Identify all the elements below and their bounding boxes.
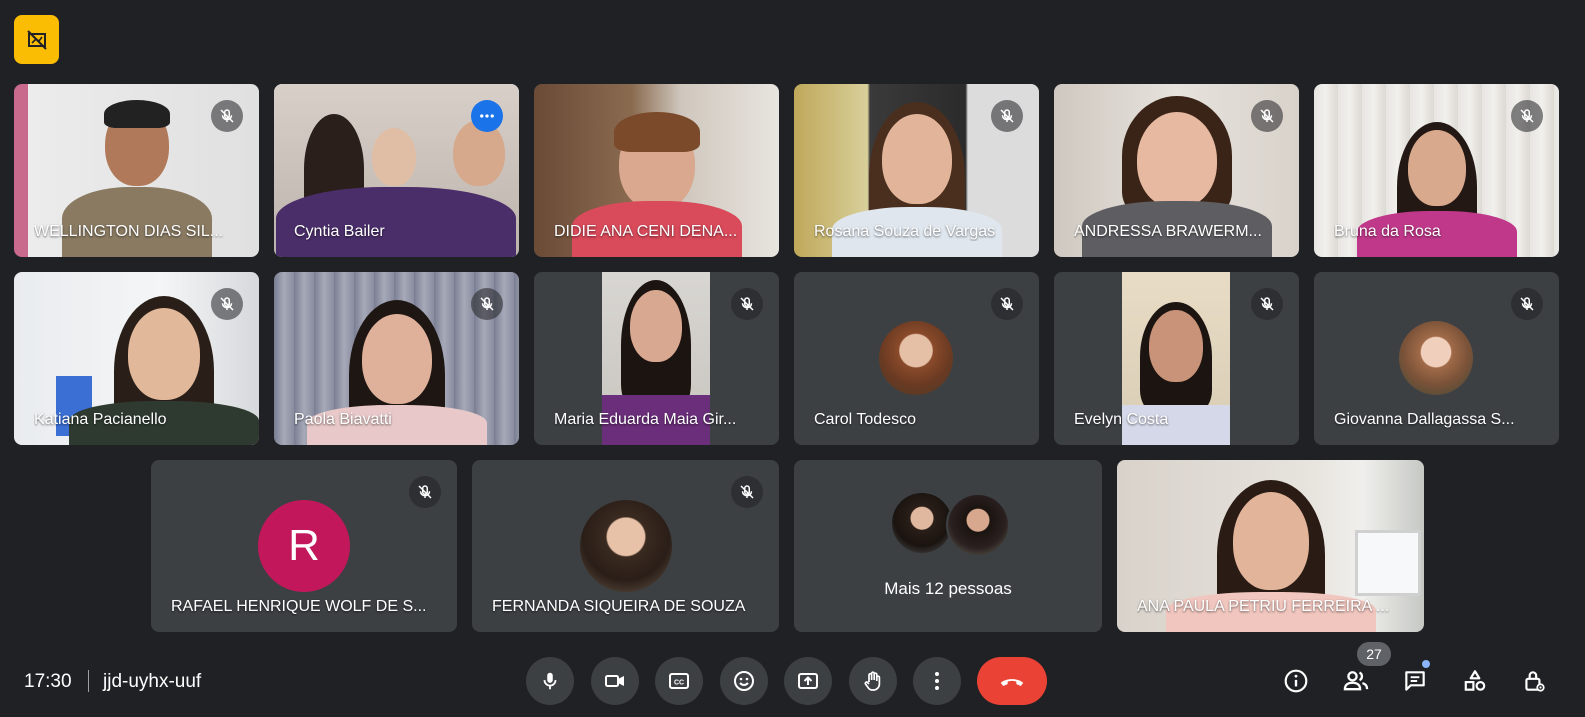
participant-name: WELLINGTON DIAS SIL...: [34, 223, 224, 240]
participant-tile-active[interactable]: Cyntia Bailer: [274, 84, 519, 257]
meeting-time: 17:30: [24, 671, 72, 692]
participant-name: Giovanna Dallagassa S...: [1334, 411, 1515, 428]
participant-name: Bruna da Rosa: [1334, 223, 1441, 240]
participant-avatar: [1399, 321, 1473, 395]
svg-text:CC: CC: [674, 680, 684, 687]
participant-tile[interactable]: Maria Eduarda Maia Gir...: [534, 272, 779, 445]
participant-name: Rosana Souza de Vargas: [814, 223, 996, 240]
participant-name: DIDIE ANA CENI DENA...: [554, 223, 738, 240]
present-button[interactable]: [784, 657, 832, 705]
camera-icon: [605, 675, 624, 687]
participant-tile[interactable]: Paola Biavatti: [274, 272, 519, 445]
muted-mic-icon: [211, 100, 243, 132]
participant-avatar: [879, 321, 953, 395]
muted-mic-icon: [1511, 100, 1543, 132]
info-icon: [1284, 669, 1308, 693]
muted-mic-icon: [731, 288, 763, 320]
muted-mic-icon: [731, 476, 763, 508]
participant-name: Evelyn Costa: [1074, 411, 1169, 428]
chat-icon: [1405, 671, 1425, 691]
microphone-button[interactable]: [526, 657, 574, 705]
muted-mic-icon: [211, 288, 243, 320]
divider: [88, 670, 89, 692]
muted-mic-icon: [471, 288, 503, 320]
participant-name: ANDRESSA BRAWERM...: [1074, 223, 1262, 240]
chat-button[interactable]: [1396, 662, 1434, 700]
presentation-badge[interactable]: [14, 15, 59, 64]
end-call-icon: [1000, 679, 1024, 686]
participant-tile[interactable]: ANDRESSA BRAWERM...: [1054, 84, 1299, 257]
participant-name: RAFAEL HENRIQUE WOLF DE S...: [171, 598, 427, 615]
participant-tile[interactable]: FERNANDA SIQUEIRA DE SOUZA: [472, 460, 779, 632]
participant-name: Paola Biavatti: [294, 411, 392, 428]
captions-icon: CC: [669, 673, 689, 689]
leave-call-button[interactable]: [977, 657, 1047, 705]
host-controls-button[interactable]: [1515, 662, 1553, 700]
participant-tile[interactable]: Katiana Pacianello: [14, 272, 259, 445]
more-options-icon[interactable]: [471, 100, 503, 132]
emoji-icon: [734, 671, 754, 691]
participant-tile[interactable]: Evelyn Costa: [1054, 272, 1299, 445]
meeting-details-button[interactable]: [1277, 662, 1315, 700]
muted-mic-icon: [1251, 100, 1283, 132]
activities-icon: [1464, 670, 1486, 691]
participant-tile[interactable]: ANA PAULA PETRIU FERREIRA ...: [1117, 460, 1424, 632]
participant-avatar: [946, 493, 1010, 557]
raise-hand-button[interactable]: [849, 657, 897, 705]
muted-mic-icon: [409, 476, 441, 508]
muted-mic-icon: [1511, 288, 1543, 320]
people-button[interactable]: [1337, 662, 1375, 700]
activities-button[interactable]: [1456, 662, 1494, 700]
more-options-button[interactable]: [913, 657, 961, 705]
muted-mic-icon: [1251, 288, 1283, 320]
participant-avatar-letter: R: [258, 500, 350, 592]
host-controls-icon: [1525, 671, 1545, 692]
more-options-icon: [935, 672, 939, 690]
participant-name: FERNANDA SIQUEIRA DE SOUZA: [492, 598, 746, 615]
participant-name: Katiana Pacianello: [34, 411, 167, 428]
reactions-button[interactable]: [720, 657, 768, 705]
participant-avatar: [892, 493, 952, 553]
more-people-tile[interactable]: Mais 12 pessoas: [794, 460, 1102, 632]
participant-tile[interactable]: Carol Todesco: [794, 272, 1039, 445]
participant-tile[interactable]: DIDIE ANA CENI DENA...: [534, 84, 779, 257]
people-icon: [1343, 671, 1369, 691]
captions-button[interactable]: CC: [655, 657, 703, 705]
participant-name: Maria Eduarda Maia Gir...: [554, 411, 737, 428]
participant-name: ANA PAULA PETRIU FERREIRA ...: [1137, 598, 1390, 615]
meeting-code: jjd-uyhx-uuf: [103, 671, 202, 692]
no-presentation-icon: [26, 29, 47, 50]
chat-notification-dot: [1422, 660, 1430, 668]
participant-tile[interactable]: R RAFAEL HENRIQUE WOLF DE S...: [151, 460, 457, 632]
participant-name: Carol Todesco: [814, 411, 916, 428]
participant-name: Cyntia Bailer: [294, 223, 385, 240]
mic-icon: [543, 672, 557, 690]
participant-tile[interactable]: Bruna da Rosa: [1314, 84, 1559, 257]
present-icon: [798, 673, 818, 689]
participant-tile[interactable]: Rosana Souza de Vargas: [794, 84, 1039, 257]
participant-tile[interactable]: Giovanna Dallagassa S...: [1314, 272, 1559, 445]
camera-button[interactable]: [591, 657, 639, 705]
muted-mic-icon: [991, 288, 1023, 320]
muted-mic-icon: [991, 100, 1023, 132]
more-people-label: Mais 12 pessoas: [884, 579, 1012, 598]
participant-tile[interactable]: WELLINGTON DIAS SIL...: [14, 84, 259, 257]
participant-avatar: [580, 500, 672, 592]
raise-hand-icon: [864, 671, 881, 691]
